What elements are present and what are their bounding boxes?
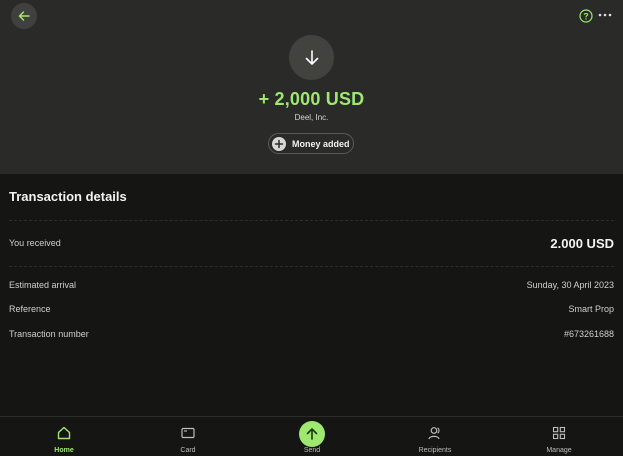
received-label: You received <box>9 238 61 248</box>
tab-send[interactable]: Send <box>272 417 352 456</box>
status-badge: Money added <box>268 133 354 154</box>
plus-circle-icon <box>272 136 286 151</box>
status-label: Money added <box>292 138 350 149</box>
reference-label: Reference <box>9 304 51 314</box>
tab-label: Send <box>303 447 321 454</box>
transaction-number-value: #673261688 <box>563 329 614 339</box>
arrow-down-icon <box>305 49 318 65</box>
received-value: 2.000 USD <box>550 236 614 251</box>
help-button[interactable] <box>578 8 593 23</box>
tab-recipients[interactable]: Recipients <box>395 417 475 456</box>
estimated-arrival-value: Sunday, 30 April 2023 <box>526 280 614 290</box>
transaction-number-label: Transaction number <box>9 329 89 339</box>
arrow-up-icon <box>299 421 325 447</box>
tab-label: Manage <box>546 447 572 454</box>
back-button[interactable] <box>11 3 37 29</box>
sender-name: Deel, Inc. <box>294 113 329 122</box>
section-title: Transaction details <box>9 189 127 204</box>
tab-manage[interactable]: Manage <box>519 417 599 456</box>
transaction-amount: + 2,000 USD <box>258 89 365 109</box>
tab-label: Recipients <box>418 447 452 454</box>
question-circle-icon <box>578 8 593 23</box>
grid-icon <box>551 425 567 441</box>
incoming-direction-badge <box>289 35 334 80</box>
bottom-tab-bar: Home Card Send Recipients Manage <box>0 416 623 456</box>
more-options-button[interactable] <box>596 6 614 24</box>
card-icon <box>180 425 196 441</box>
tab-home[interactable]: Home <box>24 417 104 456</box>
reference-value: Smart Prop <box>568 304 614 314</box>
recipients-icon <box>427 425 443 441</box>
estimated-arrival-label: Estimated arrival <box>9 280 77 290</box>
tab-card[interactable]: Card <box>148 417 228 456</box>
more-horizontal-icon <box>598 13 612 17</box>
home-icon <box>56 425 72 441</box>
tab-label: Home <box>54 447 74 454</box>
transaction-header: + 2,000 USD Deel, Inc. Money added <box>0 0 623 174</box>
divider <box>9 220 614 221</box>
divider <box>9 266 614 267</box>
tab-label: Card <box>180 447 196 454</box>
arrow-left-icon <box>18 11 30 21</box>
